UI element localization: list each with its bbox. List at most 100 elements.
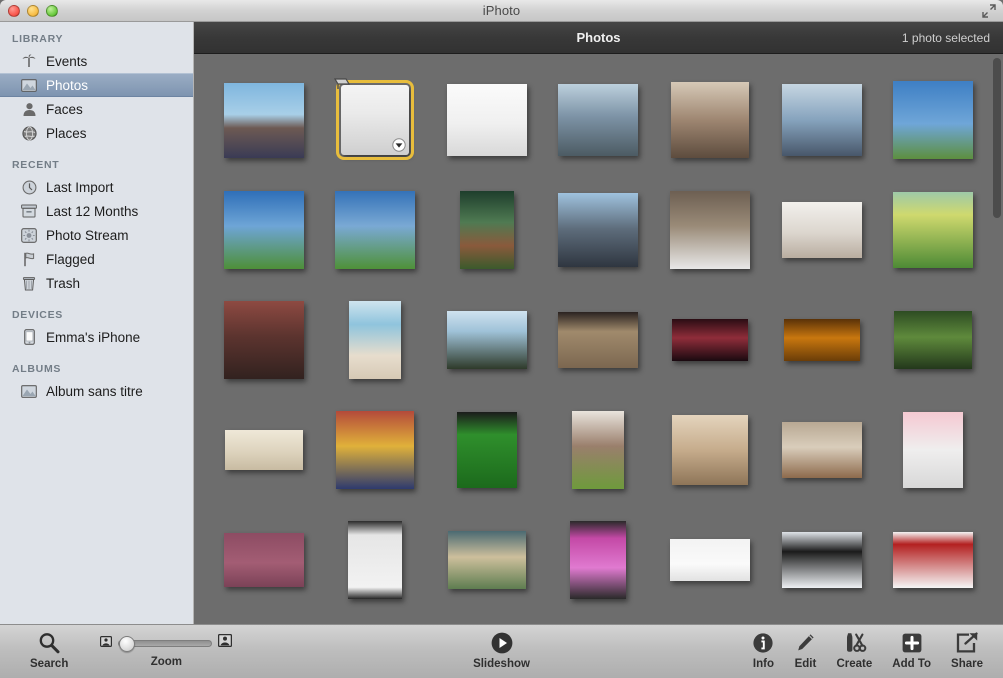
photo-thumbnail-wrapper[interactable] (903, 412, 963, 488)
photo-thumbnail-wrapper[interactable] (570, 521, 626, 599)
photo-cell[interactable] (543, 65, 655, 175)
photo-cell[interactable] (877, 175, 989, 285)
photo-cell[interactable] (320, 285, 432, 395)
sidebar-item-photos[interactable]: Photos (0, 73, 193, 97)
photo-thumbnail[interactable] (782, 202, 862, 258)
photo-thumbnail[interactable] (671, 82, 749, 158)
photo-cell[interactable] (654, 175, 766, 285)
photo-cell[interactable] (654, 395, 766, 505)
photo-thumbnail[interactable] (224, 83, 304, 158)
scrollbar-thumb[interactable] (993, 58, 1001, 218)
vertical-scrollbar[interactable] (993, 58, 1001, 620)
photo-thumbnail[interactable] (672, 319, 748, 361)
photo-thumbnail-wrapper[interactable] (341, 85, 409, 155)
photo-cell[interactable] (766, 65, 878, 175)
photo-cell[interactable] (877, 285, 989, 395)
photo-cell[interactable] (320, 615, 432, 624)
zoom-button[interactable] (46, 5, 58, 17)
photo-cell[interactable] (208, 175, 320, 285)
photo-thumbnail-wrapper[interactable] (782, 422, 862, 478)
sidebar-item-last-import[interactable]: Last Import (0, 175, 193, 199)
photo-thumbnail[interactable] (224, 301, 304, 379)
photo-thumbnail-wrapper[interactable] (457, 412, 517, 488)
photo-cell[interactable] (766, 505, 878, 615)
photo-thumbnail[interactable] (348, 521, 402, 599)
photo-cell[interactable] (431, 395, 543, 505)
photo-thumbnail-wrapper[interactable] (225, 430, 303, 470)
photo-thumbnail-wrapper[interactable] (335, 191, 415, 269)
photo-thumbnail[interactable] (570, 521, 626, 599)
slideshow-button[interactable]: Slideshow (473, 625, 530, 670)
close-button[interactable] (8, 5, 20, 17)
photo-thumbnail-wrapper[interactable] (448, 531, 526, 589)
photo-thumbnail-wrapper[interactable] (672, 415, 748, 485)
photo-cell[interactable] (543, 175, 655, 285)
photo-thumbnail[interactable] (224, 191, 304, 269)
sidebar-item-events[interactable]: Events (0, 49, 193, 73)
photo-cell[interactable] (431, 175, 543, 285)
photo-cell[interactable] (766, 395, 878, 505)
photo-thumbnail[interactable] (893, 81, 973, 159)
photo-cell[interactable] (654, 285, 766, 395)
photo-cell[interactable] (431, 505, 543, 615)
photo-thumbnail-wrapper[interactable] (670, 539, 750, 581)
minimize-button[interactable] (27, 5, 39, 17)
photo-thumbnail[interactable] (903, 412, 963, 488)
photo-thumbnail-wrapper[interactable] (670, 191, 750, 269)
photo-thumbnail-wrapper[interactable] (558, 312, 638, 368)
photo-cell[interactable] (320, 395, 432, 505)
photo-thumbnail[interactable] (457, 412, 517, 488)
sidebar-item-last-12-months[interactable]: Last 12 Months (0, 199, 193, 223)
photo-thumbnail-wrapper[interactable] (893, 532, 973, 588)
photo-thumbnail[interactable] (336, 411, 414, 489)
sidebar-item-album-sans-titre[interactable]: Album sans titre (0, 379, 193, 403)
photo-cell[interactable] (208, 285, 320, 395)
sidebar-item-flagged[interactable]: Flagged (0, 247, 193, 271)
photo-thumbnail-wrapper[interactable] (782, 532, 862, 588)
photo-thumbnail[interactable] (670, 539, 750, 581)
photo-thumbnail-wrapper[interactable] (782, 84, 862, 156)
photo-cell[interactable] (766, 175, 878, 285)
photo-thumbnail[interactable] (460, 191, 514, 269)
photo-thumbnail-wrapper[interactable] (447, 311, 527, 369)
photo-cell[interactable] (877, 505, 989, 615)
photo-thumbnail-wrapper[interactable] (572, 411, 624, 489)
photo-thumbnail[interactable] (558, 193, 638, 267)
photo-thumbnail[interactable] (784, 319, 860, 361)
photo-thumbnail[interactable] (672, 415, 748, 485)
photo-thumbnail-wrapper[interactable] (558, 84, 638, 156)
photo-cell[interactable] (654, 65, 766, 175)
photo-thumbnail[interactable] (349, 301, 401, 379)
photo-cell[interactable] (654, 505, 766, 615)
photo-thumbnail[interactable] (335, 191, 415, 269)
photo-cell[interactable] (208, 505, 320, 615)
photo-thumbnail[interactable] (893, 532, 973, 588)
photo-thumbnail[interactable] (894, 311, 972, 369)
sidebar-item-trash[interactable]: Trash (0, 271, 193, 295)
photo-cell[interactable] (543, 615, 655, 624)
photo-thumbnail-wrapper[interactable] (893, 81, 973, 159)
fullscreen-arrows-icon[interactable] (982, 4, 996, 18)
photo-thumbnail[interactable] (225, 430, 303, 470)
photo-thumbnail-wrapper[interactable] (224, 533, 304, 587)
photo-thumbnail-wrapper[interactable] (671, 82, 749, 158)
photo-thumbnail[interactable] (782, 532, 862, 588)
photo-thumbnail[interactable] (670, 191, 750, 269)
photo-thumbnail-wrapper[interactable] (224, 83, 304, 158)
photo-cell[interactable] (208, 395, 320, 505)
photo-cell[interactable] (431, 65, 543, 175)
photo-thumbnail[interactable] (447, 84, 527, 156)
photo-thumbnail[interactable] (893, 192, 973, 268)
photo-cell[interactable] (320, 65, 432, 175)
photo-cell[interactable] (431, 615, 543, 624)
photo-thumbnail[interactable] (224, 533, 304, 587)
photo-cell[interactable] (320, 505, 432, 615)
photo-cell[interactable] (877, 65, 989, 175)
sidebar-item-emmas-iphone[interactable]: Emma's iPhone (0, 325, 193, 349)
photo-cell[interactable] (320, 175, 432, 285)
photo-thumbnail-wrapper[interactable] (558, 193, 638, 267)
photo-grid-scroll[interactable] (194, 54, 1003, 624)
photo-cell[interactable] (431, 285, 543, 395)
photo-cell[interactable] (877, 395, 989, 505)
sidebar-item-faces[interactable]: Faces (0, 97, 193, 121)
